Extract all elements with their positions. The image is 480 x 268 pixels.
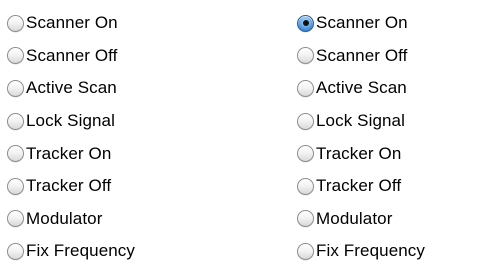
radio-option-scanner-off[interactable]: Scanner Off bbox=[297, 40, 425, 73]
radio-option-scanner-on[interactable]: Scanner On bbox=[297, 7, 425, 40]
radio-unchecked-icon[interactable] bbox=[7, 79, 24, 97]
radio-label: Tracker On bbox=[26, 143, 112, 163]
radio-group-right: Scanner On Scanner Off Active Scan Lock … bbox=[297, 7, 425, 268]
radio-unchecked-icon[interactable] bbox=[297, 177, 314, 195]
radio-option-active-scan[interactable]: Active Scan bbox=[7, 72, 135, 105]
radio-unchecked-icon[interactable] bbox=[7, 177, 24, 195]
radio-option-tracker-on[interactable]: Tracker On bbox=[7, 137, 135, 170]
radio-option-tracker-on[interactable]: Tracker On bbox=[297, 137, 425, 170]
radio-label: Modulator bbox=[316, 208, 393, 228]
radio-option-modulator[interactable]: Modulator bbox=[7, 203, 135, 236]
radio-dot bbox=[302, 20, 309, 27]
radio-unchecked-icon[interactable] bbox=[7, 210, 24, 228]
radio-option-fix-frequency[interactable]: Fix Frequency bbox=[297, 235, 425, 268]
radio-label: Lock Signal bbox=[316, 111, 405, 131]
radio-label: Fix Frequency bbox=[316, 241, 426, 261]
radio-option-lock-signal[interactable]: Lock Signal bbox=[7, 105, 135, 138]
radio-label: Tracker Off bbox=[26, 176, 112, 196]
radio-unchecked-icon[interactable] bbox=[7, 112, 24, 130]
radio-option-tracker-off[interactable]: Tracker Off bbox=[297, 170, 425, 203]
radio-label: Tracker On bbox=[316, 143, 402, 163]
radio-label: Scanner On bbox=[316, 13, 408, 33]
radio-unchecked-icon[interactable] bbox=[297, 47, 314, 65]
radio-label: Scanner Off bbox=[316, 45, 408, 65]
radio-group-left: Scanner On Scanner Off Active Scan Lock … bbox=[7, 7, 135, 268]
radio-option-modulator[interactable]: Modulator bbox=[297, 203, 425, 236]
radio-label: Active Scan bbox=[316, 78, 407, 98]
radio-option-scanner-off[interactable]: Scanner Off bbox=[7, 40, 135, 73]
radio-unchecked-icon[interactable] bbox=[7, 47, 24, 65]
radio-checked-icon[interactable] bbox=[297, 14, 314, 32]
radio-option-active-scan[interactable]: Active Scan bbox=[297, 72, 425, 105]
radio-unchecked-icon[interactable] bbox=[297, 145, 314, 163]
radio-label: Scanner Off bbox=[26, 45, 118, 65]
radio-option-tracker-off[interactable]: Tracker Off bbox=[7, 170, 135, 203]
radio-unchecked-icon[interactable] bbox=[297, 79, 314, 97]
radio-label: Lock Signal bbox=[26, 111, 115, 131]
radio-label: Tracker Off bbox=[316, 176, 402, 196]
radio-unchecked-icon[interactable] bbox=[7, 145, 24, 163]
radio-unchecked-icon[interactable] bbox=[297, 112, 314, 130]
radio-option-lock-signal[interactable]: Lock Signal bbox=[297, 105, 425, 138]
radio-label: Scanner On bbox=[26, 13, 118, 33]
radio-label: Modulator bbox=[26, 208, 103, 228]
radio-unchecked-icon[interactable] bbox=[7, 242, 24, 260]
radio-unchecked-icon[interactable] bbox=[297, 242, 314, 260]
radio-label: Active Scan bbox=[26, 78, 117, 98]
radio-unchecked-icon[interactable] bbox=[7, 14, 24, 32]
radio-unchecked-icon[interactable] bbox=[297, 210, 314, 228]
radio-label: Fix Frequency bbox=[26, 241, 136, 261]
radio-option-fix-frequency[interactable]: Fix Frequency bbox=[7, 235, 135, 268]
radio-option-scanner-on[interactable]: Scanner On bbox=[7, 7, 135, 40]
